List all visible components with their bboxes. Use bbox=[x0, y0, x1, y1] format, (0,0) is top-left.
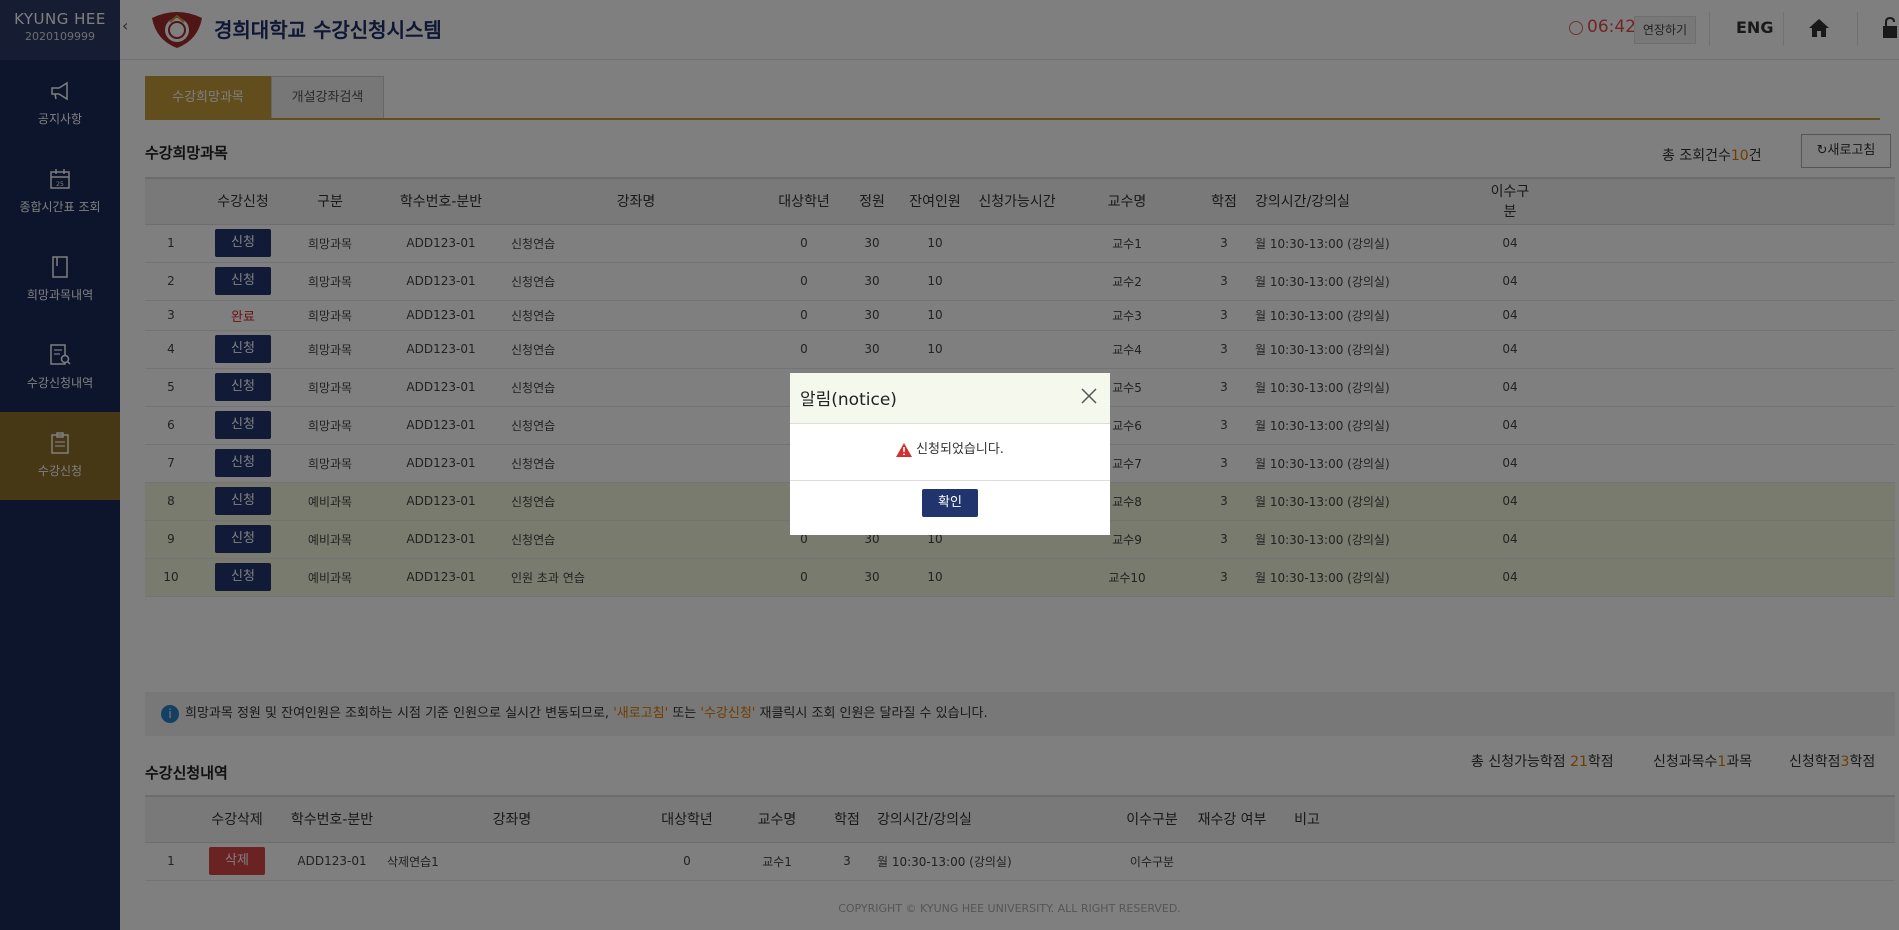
dialog-header: 알림(notice) bbox=[790, 373, 1110, 424]
dialog-title: 알림(notice) bbox=[800, 390, 897, 410]
dialog-body: 신청되었습니다. bbox=[790, 424, 1110, 481]
notice-dialog: 알림(notice) 신청되었습니다. 확인 bbox=[790, 373, 1110, 535]
warning-icon bbox=[896, 442, 913, 457]
close-icon[interactable] bbox=[1080, 387, 1098, 405]
confirm-button[interactable]: 확인 bbox=[922, 489, 978, 517]
dialog-message: 신청되었습니다. bbox=[916, 442, 1004, 457]
dialog-footer: 확인 bbox=[790, 481, 1110, 535]
